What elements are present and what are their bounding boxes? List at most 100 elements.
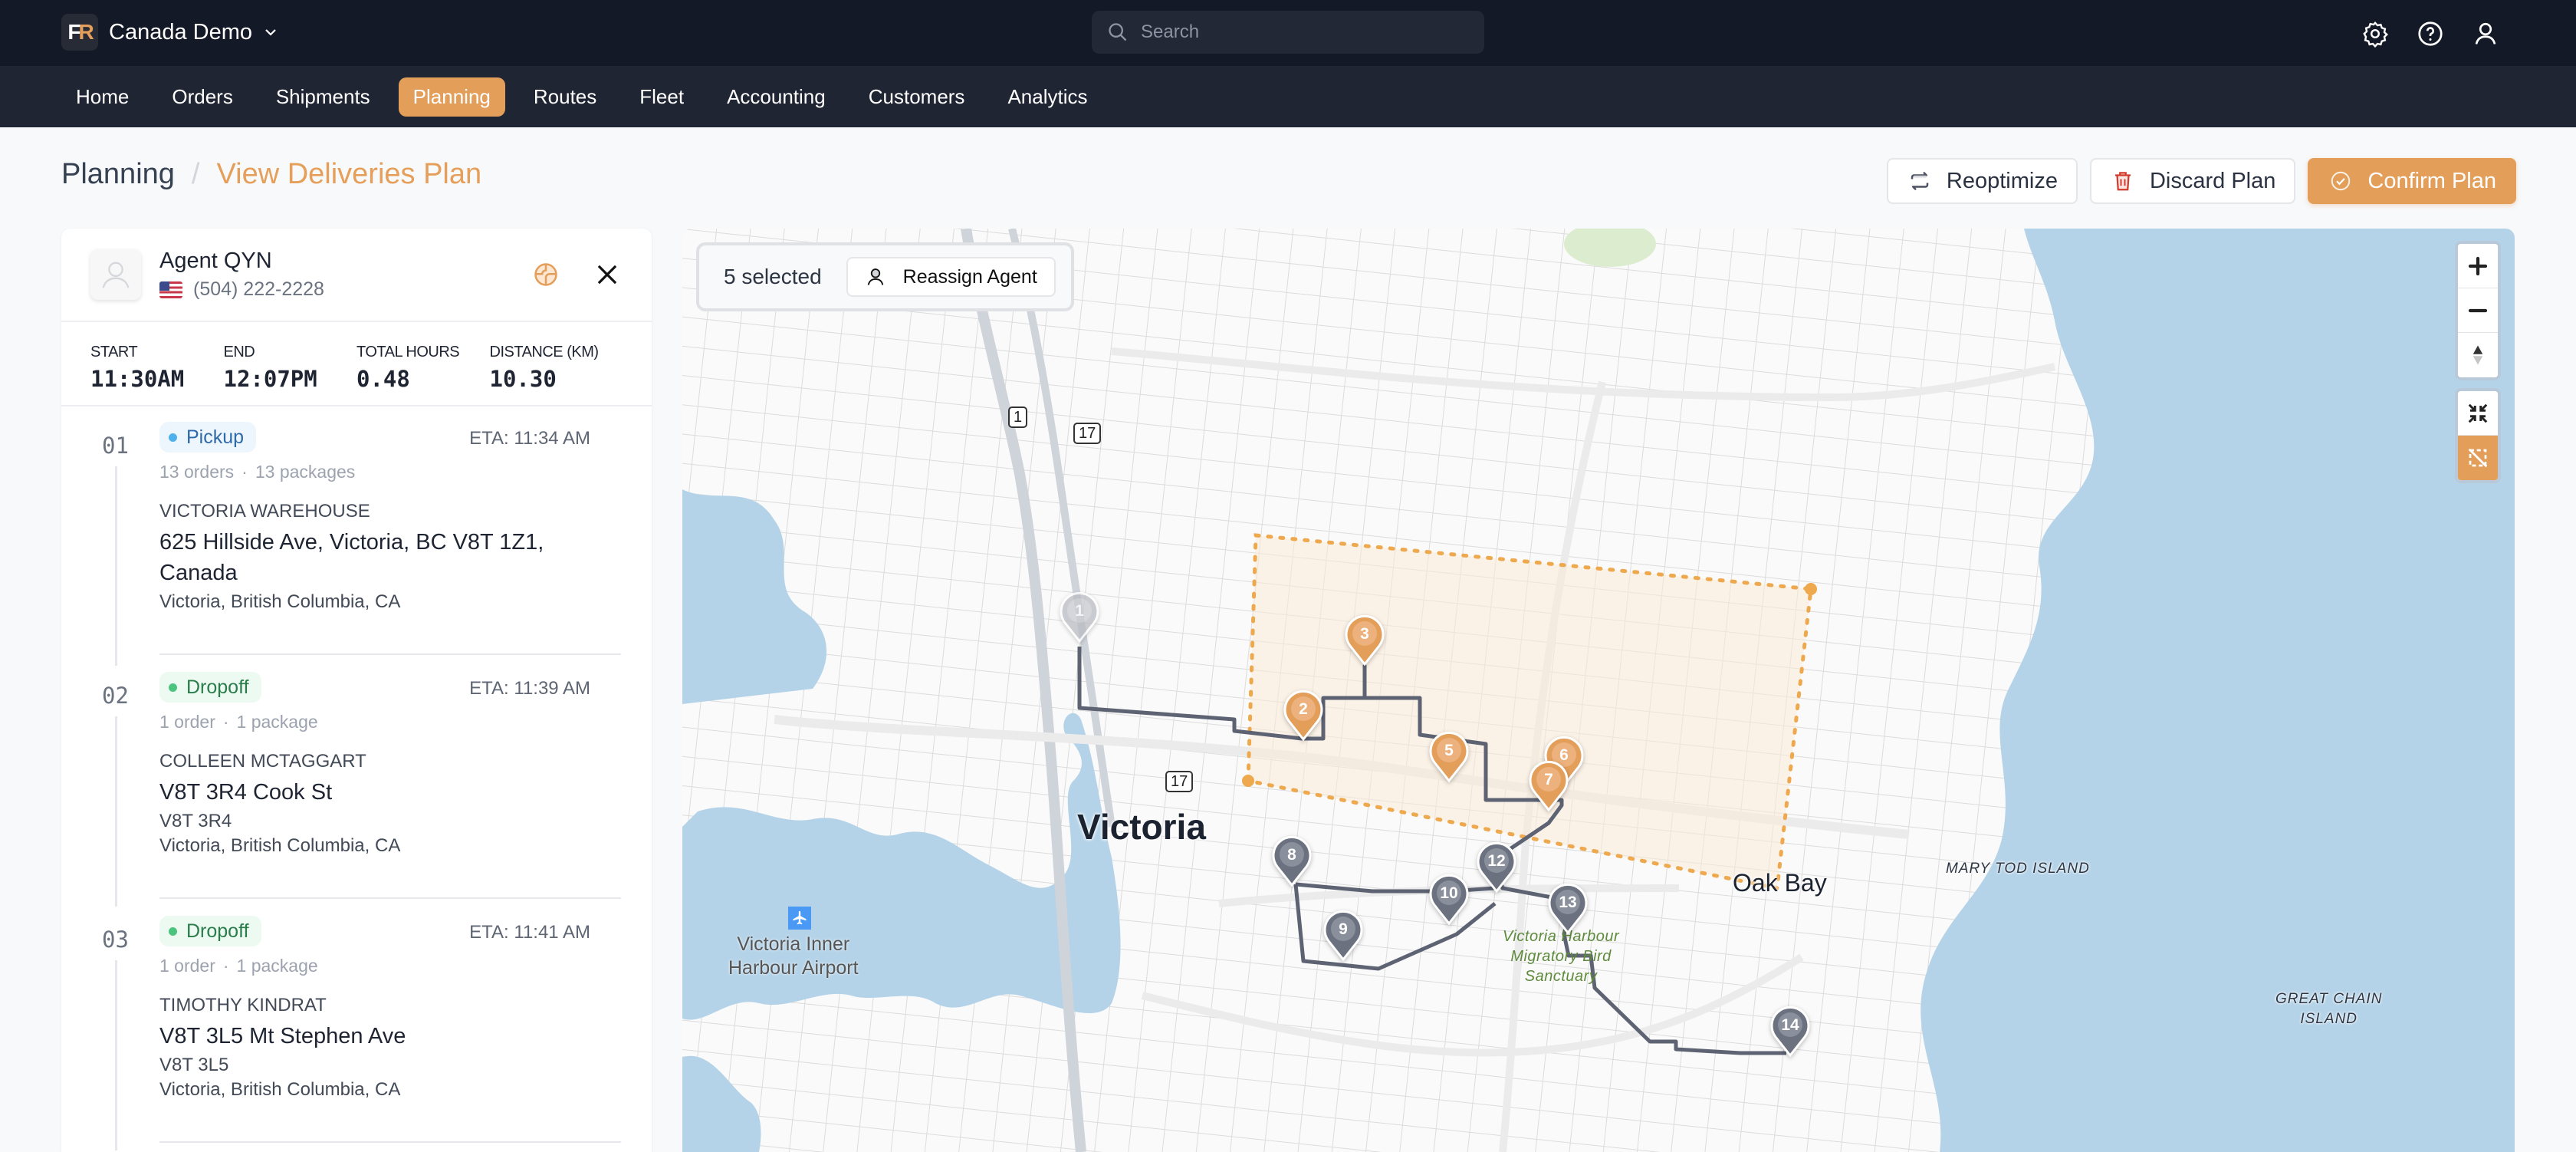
stop-type-badge: Dropoff — [159, 672, 261, 703]
stop-address: V8T 3L5 Mt Stephen Ave — [159, 1024, 406, 1048]
reoptimize-label: Reoptimize — [1946, 168, 2058, 193]
stat-label: End — [223, 344, 255, 360]
selected-count: 5 selected — [724, 265, 822, 288]
map-marker-5[interactable]: 5 — [1428, 731, 1470, 783]
route-map[interactable]: 1 17 17 Victoria Oak Bay MARY TOD ISLAND… — [682, 229, 2515, 1152]
nav-routes[interactable]: Routes — [519, 77, 611, 117]
map-marker-13[interactable]: 13 — [1547, 883, 1589, 935]
profile-button[interactable] — [2469, 17, 2502, 51]
stop-item[interactable]: 01 Pickup ETA: 11:34 AM 13 orders · 13 pac… — [61, 406, 652, 666]
route-panel: Agent QYN (504) 222-2228 Start 11:30AM E… — [61, 229, 652, 1152]
settings-button[interactable] — [2358, 17, 2392, 51]
status-dot — [169, 927, 177, 936]
agent-phone: (504) 222-2228 — [193, 278, 324, 300]
stop-type-label: Dropoff — [186, 676, 249, 698]
us-flag-icon — [159, 281, 182, 298]
zoom-controls — [2455, 241, 2501, 380]
stop-address: V8T 3R4 Cook St — [159, 780, 333, 805]
marker-number: 1 — [1075, 602, 1084, 620]
map-marker-3[interactable]: 3 — [1344, 614, 1385, 667]
search-input[interactable] — [1141, 21, 1463, 43]
org-switcher[interactable]: Canada Demo — [109, 17, 278, 48]
user-icon — [102, 262, 130, 288]
nav-accounting[interactable]: Accounting — [712, 77, 840, 117]
highway-shield-17: 17 — [1165, 771, 1194, 792]
repeat-icon — [1911, 171, 1929, 191]
search-icon — [1109, 23, 1127, 41]
confirm-plan-button[interactable]: Confirm Plan — [2308, 158, 2516, 204]
stop-postal-code: V8T 3L5 — [159, 1055, 229, 1075]
map-basemap — [682, 229, 2515, 1152]
airport-icon — [788, 907, 811, 930]
stop-item[interactable]: 03 Dropoff ETA: 11:41 AM 1 order · 1 packa… — [61, 900, 652, 1150]
stop-type-label: Dropoff — [186, 920, 249, 942]
map-marker-12[interactable]: 12 — [1476, 841, 1517, 894]
map-marker-8[interactable]: 8 — [1271, 835, 1313, 887]
map-marker-9[interactable]: 9 — [1322, 910, 1364, 962]
customer-name: TIMOTHY KINDRAT — [159, 995, 327, 1015]
breadcrumb-planning[interactable]: Planning — [61, 158, 175, 191]
nav-home[interactable]: Home — [61, 77, 143, 117]
nav-customers[interactable]: Customers — [854, 77, 980, 117]
discard-plan-label: Discard Plan — [2149, 168, 2276, 193]
nav-planning[interactable]: Planning — [398, 77, 505, 117]
page-title: View Deliveries Plan — [216, 158, 482, 190]
top-bar: FR Canada Demo — [0, 0, 2576, 66]
reset-bearing-button[interactable] — [2458, 333, 2498, 377]
stop-type-label: Pickup — [186, 426, 245, 448]
close-panel-button[interactable] — [590, 258, 624, 291]
stat-value: 10.30 — [489, 366, 557, 392]
highway-shield-17: 17 — [1073, 423, 1102, 444]
map-marker-2[interactable]: 2 — [1283, 690, 1324, 742]
nav-analytics[interactable]: Analytics — [993, 77, 1102, 117]
global-search[interactable] — [1092, 11, 1484, 54]
stop-item[interactable]: 02 Dropoff ETA: 11:39 AM 1 order · 1 packa… — [61, 657, 652, 907]
breadcrumb-separator: / — [191, 158, 200, 190]
stop-type-badge: Dropoff — [159, 916, 261, 946]
stat-label: Start — [90, 344, 138, 360]
stop-list: 01 Pickup ETA: 11:34 AM 13 orders · 13 pac… — [61, 406, 652, 1150]
divider — [159, 1141, 621, 1143]
stat-total-hours: Total Hours 0.48 — [356, 322, 490, 405]
stop-postal-code: V8T 3R4 — [159, 811, 232, 831]
nav-orders[interactable]: Orders — [157, 77, 247, 117]
user-icon — [867, 268, 883, 285]
map-marker-1[interactable]: 1 — [1059, 591, 1100, 643]
map-marker-7[interactable]: 7 — [1528, 760, 1569, 812]
order-count: 1 order — [159, 956, 215, 976]
marker-number: 5 — [1444, 742, 1454, 759]
palette-icon — [534, 263, 557, 286]
package-count: 1 package — [236, 956, 318, 976]
reassign-agent-button[interactable]: Reassign Agent — [846, 257, 1056, 297]
divider — [159, 897, 621, 899]
compass-icon — [2472, 345, 2483, 365]
stop-number: 02 — [102, 683, 129, 709]
stat-label: Total Hours — [356, 344, 460, 360]
zoom-out-button[interactable] — [2458, 288, 2498, 333]
map-marker-14[interactable]: 14 — [1769, 1006, 1811, 1058]
stat-end: End 12:07PM — [224, 322, 357, 405]
route-stats: Start 11:30AM End 12:07PM Total Hours 0.… — [61, 322, 652, 406]
collapse-button[interactable] — [2458, 391, 2498, 436]
user-icon — [2475, 22, 2496, 44]
app-logo[interactable]: FR — [61, 14, 98, 51]
route-color-button[interactable] — [529, 258, 563, 291]
trash-icon — [2114, 172, 2131, 191]
breadcrumb: Planning / View Deliveries Plan — [61, 158, 481, 191]
lasso-select-button[interactable] — [2458, 436, 2498, 480]
timeline-line — [115, 466, 117, 666]
order-count: 13 orders — [159, 462, 235, 482]
nav-shipments[interactable]: Shipments — [261, 77, 385, 117]
nav-fleet[interactable]: Fleet — [625, 77, 698, 117]
agent-avatar — [90, 249, 141, 300]
stop-type-badge: Pickup — [159, 422, 257, 453]
help-button[interactable] — [2413, 17, 2447, 51]
zoom-in-button[interactable] — [2458, 244, 2498, 288]
stat-value: 12:07PM — [223, 366, 317, 392]
map-marker-10[interactable]: 10 — [1428, 874, 1470, 926]
reoptimize-button[interactable]: Reoptimize — [1886, 158, 2078, 204]
discard-plan-button[interactable]: Discard Plan — [2089, 158, 2296, 204]
stop-eta: ETA: 11:39 AM — [469, 678, 590, 699]
reassign-agent-label: Reassign Agent — [902, 265, 1037, 288]
marker-number: 7 — [1544, 771, 1553, 788]
